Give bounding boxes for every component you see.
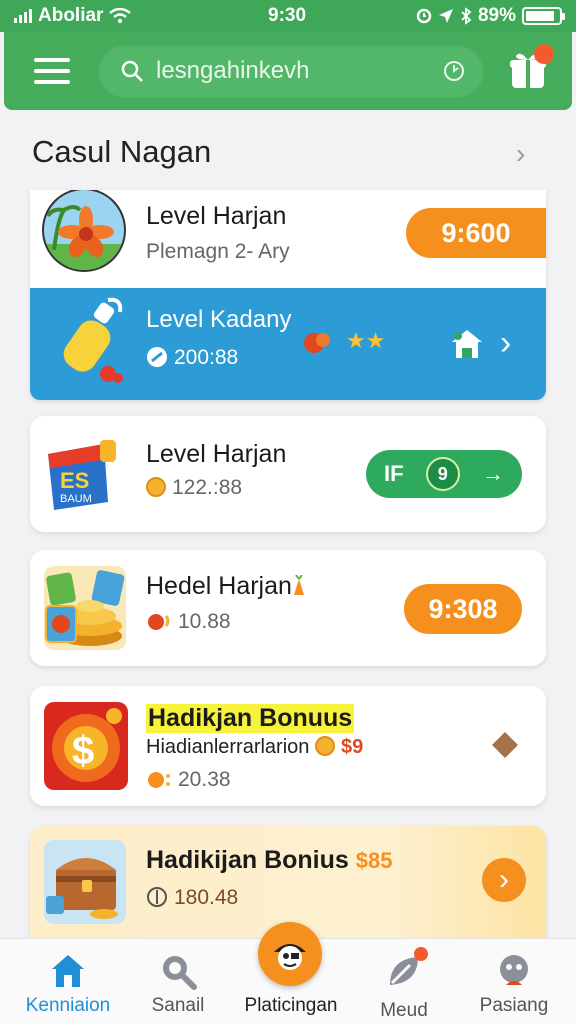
card-title: Level Harjan [146,202,287,230]
carrot-icon [293,574,304,595]
card-title: Hadikijan Bonius $85 [146,846,392,875]
nav-search[interactable]: Sanail [128,939,228,1024]
home-icon [52,955,84,987]
status-bar: Aboliar 9:30 89% [0,0,576,32]
level-card[interactable]: Hedel Harjan 10.88 9:308 [30,550,546,666]
arrow-icon: → [482,461,504,486]
level-action-button[interactable]: IF 9 → [366,450,522,498]
action-badge: 9 [425,457,460,491]
card-title-text: Hedel Harjan [146,572,292,600]
carrier-label: Aboliar [38,5,104,26]
card-subtitle-text: Hiadianlerrarlarion [146,736,310,758]
featured-card-top: Level Harjan Plemagn 2- Ary 9:600 [30,190,546,288]
level-card[interactable]: ES BAUM Level Harjan 122.:88 IF 9 → [30,416,546,532]
nav-label: Kenniaion [25,995,111,1016]
subrow-title: Level Kadany [146,306,292,333]
battery-fill [526,11,555,21]
clock-icon [147,347,167,367]
fruit-icon [304,333,330,353]
card-title: Hadikjan Bonuus [146,704,355,733]
profile-icon [500,955,528,985]
card-subtitle: Hiadianlerrarlarion $9 [146,736,363,759]
action-label: IF [384,461,404,486]
section-title: Casul Nagan [32,134,212,169]
bottle-icon [48,296,134,386]
card-value: 10.88 [146,610,231,634]
subrow-chevron[interactable]: › [500,324,511,363]
subrow-value-text: 200:88 [174,346,239,369]
level-card-featured[interactable]: Level Harjan Plemagn 2- Ary 9:600 Level … [30,190,546,400]
bonus-card[interactable]: $ Hadikjan Bonuus Hiadianlerrarlarion $9… [30,686,546,806]
nav-profile[interactable]: Pasiang [464,939,564,1024]
title-badge: $85 [355,848,393,873]
nav-label: Sanail [151,995,205,1016]
card-value-text: 122.:88 [172,476,243,499]
nav-label: Platicingan [244,995,338,1016]
fruit-icon [148,772,170,788]
card-value-text: 10.88 [178,610,231,633]
subrow-value: 200:88 [146,346,238,370]
leaf-icon [384,939,428,996]
card-value-text: 180.48 [174,886,239,909]
shop-icon [452,330,482,358]
stars-rating: ★★ [346,328,386,353]
pirate-icon[interactable] [258,922,322,986]
nav-label: Pasiang [479,995,549,1016]
level-action-button[interactable]: 9:308 [404,584,522,634]
search-input[interactable] [156,52,426,90]
gift-icon[interactable] [506,44,554,92]
card-title-text: Hadikijan Bonius [146,846,349,874]
flower-icon [42,190,126,272]
nav-home[interactable]: Kenniaion [18,939,118,1024]
diamond-icon[interactable] [490,730,520,760]
coins-icon [44,566,126,650]
signal-icon [14,9,32,23]
voice-search-icon[interactable] [442,59,466,83]
dollar-icon: $ [44,702,128,790]
next-button[interactable]: › [482,858,526,902]
price-tag-icon [147,887,167,907]
svg-text:$: $ [72,729,94,773]
menu-icon[interactable] [34,58,70,84]
card-value-text: 20.38 [178,768,231,791]
nav-notification-dot [414,947,428,961]
clock: 9:30 [268,5,307,26]
box-icon: ES BAUM [44,430,124,514]
search-icon [163,956,197,990]
coin-icon [146,477,166,497]
battery-percent: 89% [477,5,516,26]
fruit-icon [148,614,170,630]
bluetooth-icon [461,7,472,25]
subtitle-badge: $9 [340,736,364,758]
box-label-top: ES [60,468,89,493]
chest-icon [44,840,126,924]
level-action-button[interactable]: 9:600 [406,208,546,258]
featured-card-subrow[interactable]: Level Kadany 200:88 ★★ › [30,288,546,400]
box-label-bottom: BAUM [60,493,92,505]
card-value: 122.:88 [146,476,242,500]
card-title: Level Harjan [146,440,287,468]
card-title: Hedel Harjan [146,572,306,601]
card-value: 180.48 [146,886,238,910]
app-bar [4,32,572,110]
card-subtitle: Plemagn 2- Ary [146,240,290,263]
card-value: 20.38 [146,768,231,792]
nav-label: Meud [380,1000,428,1021]
search-icon [121,60,143,82]
coin-icon [314,736,335,756]
nav-feed[interactable]: Meud [354,939,454,1024]
notification-dot [534,44,554,64]
section-more-arrow[interactable]: › [516,138,525,170]
wifi-icon [109,8,132,24]
location-icon [438,9,453,23]
alarm-icon [416,8,432,24]
battery-icon [522,7,565,25]
search-bar[interactable] [98,44,484,98]
